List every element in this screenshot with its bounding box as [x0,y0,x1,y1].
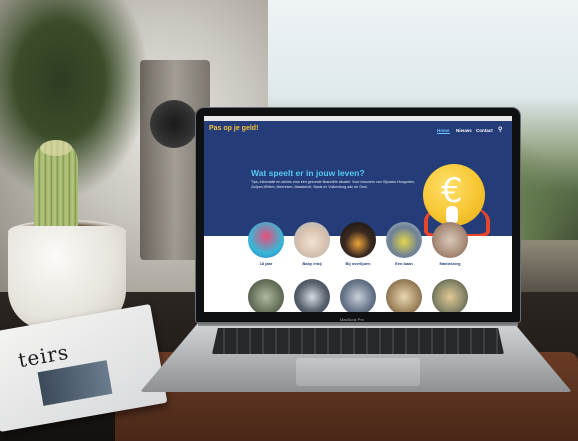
category-image [294,279,330,312]
category-image [386,279,422,312]
laptop-trackpad [296,358,420,386]
laptop-screen: Pas op je geld! Home Nieuws Contact ⚲ Wa… [204,116,512,312]
category-item[interactable] [340,279,376,312]
category-item[interactable] [386,279,422,312]
nav-nieuws[interactable]: Nieuws [456,128,472,133]
category-label: Baby erbij [302,261,322,266]
site-logo[interactable]: Pas op je geld! [209,125,258,132]
category-image [340,222,376,258]
cactus-tip [40,140,72,156]
category-label: Bij overlijden [345,261,371,266]
category-image [294,222,330,258]
category-18-jaar[interactable]: 18 jaar [248,222,284,266]
nav-contact[interactable]: Contact [476,128,493,133]
hero-title: Wat speelt er in jouw leven? [251,168,365,178]
background-speaker [150,100,198,148]
category-image [248,222,284,258]
category-item[interactable] [248,279,284,312]
nav-home[interactable]: Home [437,128,450,134]
category-bij-overlijden[interactable]: Bij overlijden [340,222,376,266]
category-image [248,279,284,312]
category-label: Een baan [395,261,413,266]
category-label: 18 jaar [259,261,273,266]
category-baby-erbij[interactable]: Baby erbij [294,222,330,266]
laptop-label: MacBook Pro [340,317,365,322]
category-item[interactable] [294,279,330,312]
laptop-keyboard [212,328,504,354]
photo-scene: teirs MacBook Pro Pas op je geld! Home N… [0,0,578,441]
category-image [432,222,468,258]
category-een-baan[interactable]: Een baan [386,222,422,266]
category-mantelzorg[interactable]: Mantelzorg [432,222,468,266]
category-image [340,279,376,312]
category-image [432,279,468,312]
search-icon[interactable]: ⚲ [498,126,505,133]
category-image [386,222,422,258]
category-label: Mantelzorg [439,261,461,266]
euro-sign: € [441,171,463,211]
hero-text: Tips, informatie en advies voor een gezo… [251,180,416,189]
category-item[interactable] [432,279,468,312]
